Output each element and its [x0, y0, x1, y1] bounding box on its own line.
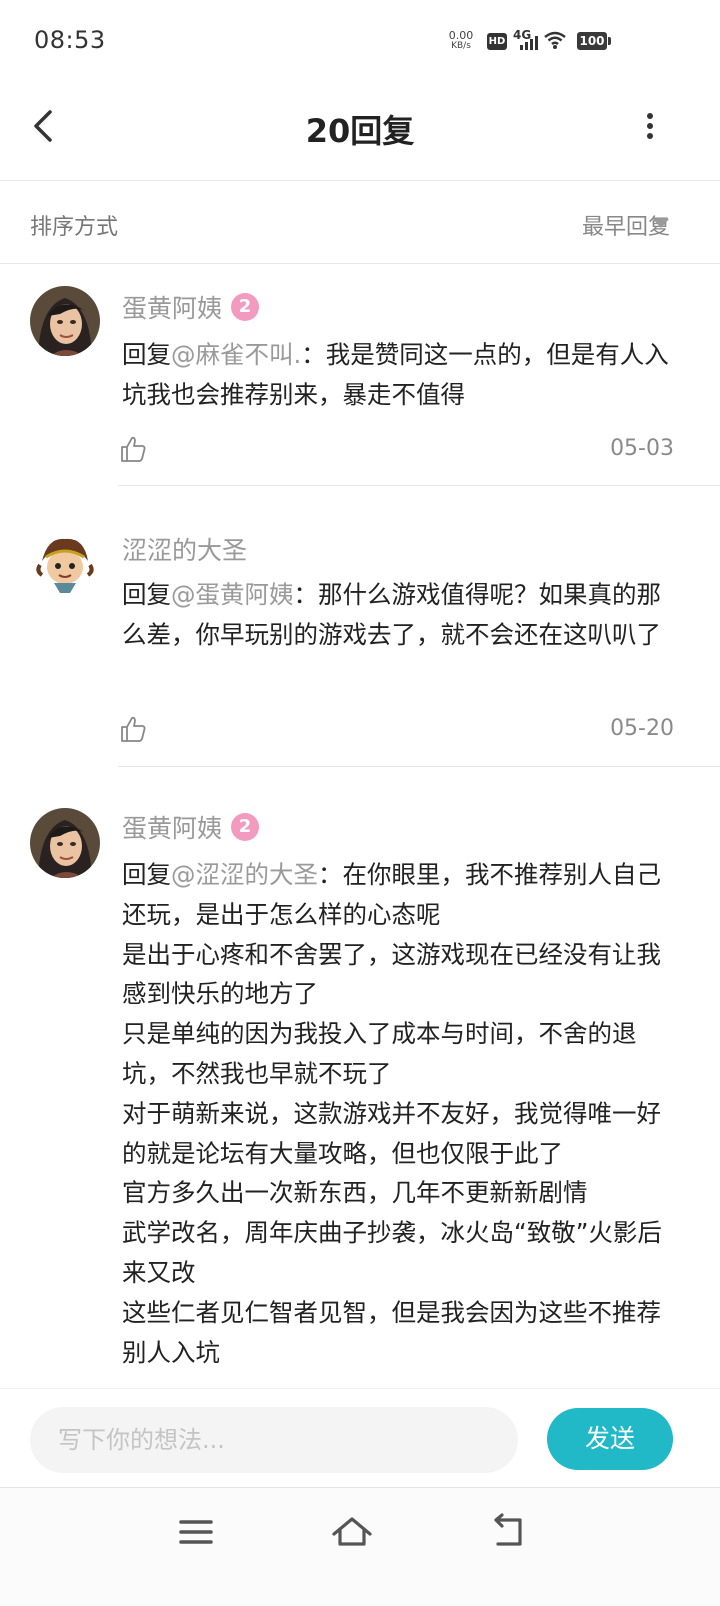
status-bar: 08:53 0.00 KB/s HD 4G 100 — [0, 0, 720, 86]
more-button[interactable] — [630, 104, 670, 148]
battery-icon: 100 — [577, 32, 607, 50]
nav-home-button[interactable] — [330, 1512, 374, 1552]
reply-prefix: 回复 — [122, 340, 171, 369]
reply-item: 蛋黄阿姨 2 回复@涩涩的大圣：在你眼里，我不推荐别人自己还玩，是出于怎么样的心… — [0, 768, 720, 1388]
sort-label: 排序方式 — [30, 215, 119, 240]
network-speed-unit: KB/s — [451, 41, 471, 51]
avatar[interactable] — [30, 286, 100, 356]
hd-badge: HD — [487, 33, 507, 50]
nav-menu-button[interactable] — [174, 1512, 218, 1552]
reply-text: 回复@麻雀不叫.：我是赞同这一点的，但是有人入坑我也会推荐别来，暴走不值得 — [122, 335, 682, 415]
username[interactable]: 蛋黄阿姨 — [122, 809, 222, 845]
reply-text: 回复@蛋黄阿姨：那什么游戏值得呢？如果真的那么差，你早玩别的游戏去了，就不会还在… — [122, 575, 682, 655]
mention-link[interactable]: @蛋黄阿姨 — [171, 580, 294, 609]
username[interactable]: 涩涩的大圣 — [122, 531, 247, 567]
level-badge: 2 — [231, 293, 260, 321]
return-icon — [494, 1513, 522, 1546]
username[interactable]: 蛋黄阿姨 — [122, 289, 222, 325]
reply-prefix: 回复 — [122, 860, 171, 889]
comment-bar: 发送 — [0, 1388, 720, 1487]
reply-prefix: 回复 — [122, 580, 171, 609]
page-title: 20回复 — [305, 112, 415, 150]
reply-item: 涩涩的大圣 回复@蛋黄阿姨：那什么游戏值得呢？如果真的那么差，你早玩别的游戏去了… — [0, 487, 720, 767]
thumbs-up-icon[interactable] — [119, 435, 147, 463]
network-speed: 0.00 KB/s — [446, 30, 476, 52]
caret-down-icon[interactable] — [653, 219, 669, 228]
reply-text: 回复@涩涩的大圣：在你眼里，我不推荐别人自己还玩，是出于怎么样的心态呢 是出于心… — [122, 855, 682, 1372]
level-badge: 2 — [231, 813, 260, 841]
user-row: 蛋黄阿姨 2 — [122, 289, 260, 325]
battery-tip — [608, 37, 611, 45]
user-row: 蛋黄阿姨 2 — [122, 809, 260, 845]
status-time: 08:53 — [34, 26, 106, 54]
title-bar: 20回复 — [0, 86, 720, 181]
reply-date: 05-03 — [610, 436, 674, 461]
reply-date: 05-20 — [610, 716, 674, 741]
nav-back-button[interactable] — [486, 1512, 530, 1552]
signal-icon: 4G — [513, 28, 541, 52]
system-nav-bar — [0, 1487, 720, 1606]
reply-item: 蛋黄阿姨 2 回复@麻雀不叫.：我是赞同这一点的，但是有人入坑我也会推荐别来，暴… — [0, 264, 720, 486]
more-vertical-icon — [647, 113, 653, 139]
mention-link[interactable]: @涩涩的大圣 — [171, 860, 318, 889]
wifi-icon — [544, 30, 566, 50]
avatar[interactable] — [30, 531, 100, 601]
divider — [118, 766, 720, 767]
thumbs-up-icon[interactable] — [119, 715, 147, 743]
avatar[interactable] — [30, 808, 100, 878]
home-icon — [332, 1517, 372, 1546]
menu-icon — [179, 1520, 213, 1544]
send-button[interactable]: 发送 — [547, 1408, 673, 1470]
reply-content: ：在你眼里，我不推荐别人自己还玩，是出于怎么样的心态呢 是出于心疼和不舍罢了，这… — [122, 860, 662, 1367]
network-speed-value: 0.00 — [448, 29, 474, 42]
user-row: 涩涩的大圣 — [122, 531, 247, 567]
mention-link[interactable]: @麻雀不叫. — [171, 340, 301, 369]
sort-row: 排序方式 最早回复 — [0, 181, 720, 264]
divider — [118, 485, 720, 486]
comment-input[interactable] — [30, 1407, 518, 1473]
